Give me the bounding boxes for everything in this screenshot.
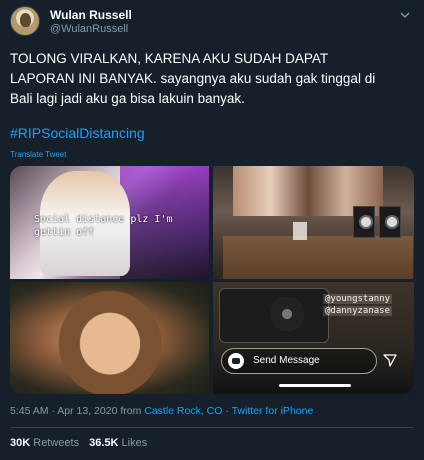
chevron-down-icon[interactable] xyxy=(400,10,410,20)
camera-icon xyxy=(228,353,244,369)
media-photo-2[interactable] xyxy=(213,166,414,279)
location-link[interactable]: Castle Rock, CO xyxy=(144,405,222,417)
send-message-placeholder: Send Message xyxy=(253,355,320,366)
translate-tweet-link[interactable]: Translate Tweet xyxy=(10,150,66,159)
speaker-icon xyxy=(353,206,375,238)
media-photo-4[interactable]: @youngstanny @dannyzanase Send Message xyxy=(213,282,414,394)
tweet-timestamp[interactable]: 5:45 AM · Apr 13, 2020 from xyxy=(10,405,144,417)
client-link[interactable]: Twitter for iPhone xyxy=(232,405,314,417)
likes-count: 36.5K xyxy=(89,437,119,449)
retweets-label: Retweets xyxy=(33,437,80,449)
user-tag: @youngstanny xyxy=(323,294,393,304)
likes-label: Likes xyxy=(121,437,148,449)
retweets-count: 30K xyxy=(10,437,31,449)
tweet-stats: 30K Retweets 36.5K Likes xyxy=(10,437,147,449)
hashtag-link[interactable]: #RIPSocialDistancing xyxy=(10,125,145,141)
divider xyxy=(10,427,414,428)
speaker-icon xyxy=(379,206,401,238)
tweet-header: Wulan Russell @WulanRussell xyxy=(10,6,414,38)
retweets-stat[interactable]: 30K Retweets xyxy=(10,437,79,449)
author-name[interactable]: Wulan Russell xyxy=(50,8,132,22)
media-photo-3[interactable] xyxy=(10,282,209,394)
tweet-text-line: Bali lagi jadi aku ga bisa lakuin banyak… xyxy=(10,91,245,106)
send-icon xyxy=(383,354,397,367)
avatar[interactable] xyxy=(10,6,40,36)
tweet-text-line: TOLONG VIRALKAN, KARENA AKU SUDAH DAPAT xyxy=(10,51,329,66)
author-handle[interactable]: @WulanRussell xyxy=(50,23,128,35)
send-message-bar: Send Message xyxy=(221,348,377,374)
tweet-text: TOLONG VIRALKAN, KARENA AKU SUDAH DAPAT … xyxy=(10,49,414,109)
dj-controller xyxy=(219,288,329,343)
photo-subject xyxy=(50,282,170,394)
user-tag: @dannyzanase xyxy=(323,306,393,316)
media-grid: Social distance plz I'm gettin off @youn… xyxy=(10,166,414,394)
tweet-meta: 5:45 AM · Apr 13, 2020 from Castle Rock,… xyxy=(10,405,313,417)
story-caption-line: Social distance plz I'm xyxy=(34,214,173,225)
cup-icon xyxy=(293,222,307,240)
likes-stat[interactable]: 36.5K Likes xyxy=(89,437,147,449)
story-caption: Social distance plz I'm gettin off xyxy=(34,213,184,239)
meta-separator: · xyxy=(222,405,232,417)
media-photo-1[interactable]: Social distance plz I'm gettin off xyxy=(10,166,209,279)
tweet-text-line: LAPORAN INI BANYAK. sayangnya aku sudah … xyxy=(10,71,376,86)
story-caption-line: gettin off xyxy=(34,227,95,238)
home-indicator xyxy=(279,384,351,387)
photo-table xyxy=(223,236,413,279)
